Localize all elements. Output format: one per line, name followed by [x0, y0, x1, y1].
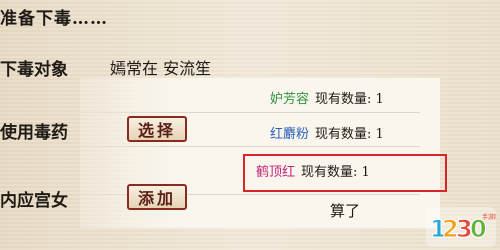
target-names: 嫣常在 安流笙 — [110, 59, 212, 78]
count-label: 现有数量: — [315, 127, 372, 142]
add-maid-button[interactable]: 添加 — [127, 184, 187, 210]
select-poison-button[interactable]: 选择 — [127, 116, 187, 142]
divider — [60, 112, 420, 113]
poison-name: 红麝粉 — [270, 127, 310, 142]
divider — [60, 146, 420, 147]
count-value: 1 — [375, 127, 384, 142]
svg-text:手游网: 手游网 — [482, 213, 496, 221]
maid-label: 内应宫女 — [0, 191, 68, 211]
poison-name: 妒芳容 — [270, 92, 310, 107]
page-heading: 准备下毒…… — [0, 9, 108, 29]
target-label: 下毒对象 — [0, 60, 68, 80]
count-value: 1 — [375, 92, 384, 107]
poison-option-dufangrong[interactable]: 妒芳容 现有数量: 1 — [270, 89, 384, 111]
count-label: 现有数量: — [315, 92, 372, 107]
cancel-option[interactable]: 算了 — [330, 200, 360, 221]
watermark-logo: 1 2 3 0 手游网 — [426, 207, 496, 247]
use-poison-label: 使用毒药 — [0, 123, 68, 143]
poison-option-hongshefen[interactable]: 红麝粉 现有数量: 1 — [270, 124, 384, 146]
divider — [60, 194, 420, 195]
selection-highlight — [243, 154, 447, 192]
